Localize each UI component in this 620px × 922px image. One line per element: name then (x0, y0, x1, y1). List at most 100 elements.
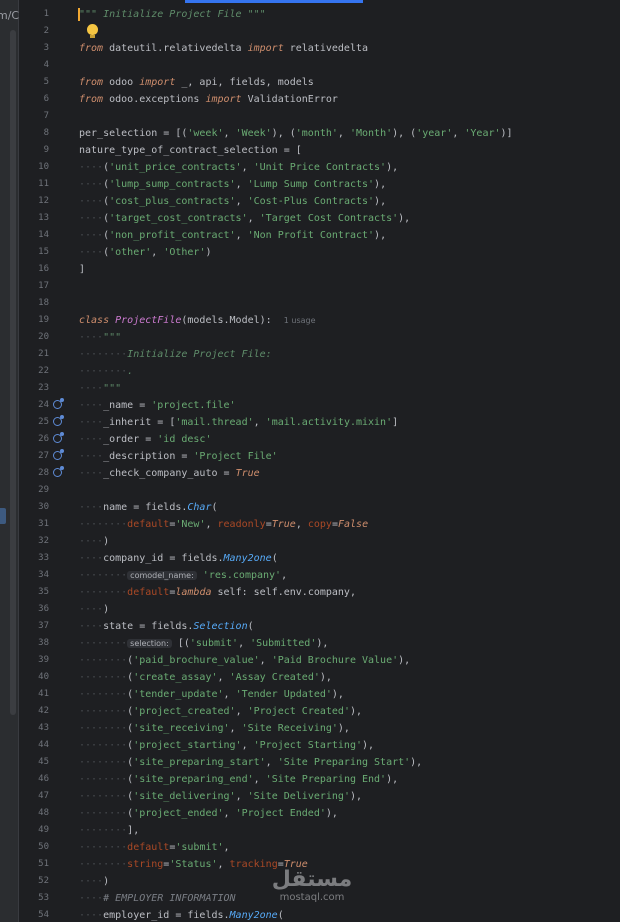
code-line[interactable]: 34 ········ comodel_name: 'res.company', (0, 567, 620, 584)
code-line[interactable]: 28 ····_check_company_auto = True (0, 465, 620, 482)
code-line[interactable]: 3 from dateutil.relativedelta import rela… (0, 40, 620, 57)
code-line-text[interactable]: ····_name = 'project.file' (79, 397, 236, 414)
code-line-text[interactable]: ····('non_profit_contract', 'Non Profit … (79, 227, 386, 244)
code-line-text[interactable]: from odoo.exceptions import ValidationEr… (79, 91, 338, 108)
code-line-text[interactable]: ····) (79, 601, 109, 618)
code-line-text[interactable]: ····# EMPLOYER INFORMATION (79, 890, 236, 907)
code-line[interactable]: 25 ····_inherit = ['mail.thread', 'mail.a… (0, 414, 620, 431)
code-line-text[interactable]: ········('site_delivering', 'Site Delive… (79, 788, 362, 805)
usage-hint[interactable]: 1 usage (284, 316, 316, 325)
code-line-text[interactable]: ········ selection: [('submit', 'Submitte… (79, 635, 328, 652)
code-line[interactable]: 8 per_selection = [('week', 'Week'), ('mo… (0, 125, 620, 142)
code-line[interactable]: 50 ········default='submit', (0, 839, 620, 856)
override-marker-icon[interactable] (53, 432, 64, 443)
code-line[interactable]: 33 ····company_id = fields.Many2one( (0, 550, 620, 567)
code-line[interactable]: 49 ········], (0, 822, 620, 839)
code-line[interactable]: 31 ········default='New', readonly=True, … (0, 516, 620, 533)
code-line-text[interactable]: """ Initialize Project File """ (79, 6, 266, 23)
code-line[interactable]: 43 ········('site_receiving', 'Site Recei… (0, 720, 620, 737)
code-line-text[interactable]: ········('project_created', 'Project Cre… (79, 703, 362, 720)
active-tab-indicator[interactable] (185, 0, 363, 3)
code-line-text[interactable]: per_selection = [('week', 'Week'), ('mon… (79, 125, 513, 142)
code-line[interactable]: 42 ········('project_created', 'Project C… (0, 703, 620, 720)
code-line-text[interactable]: ····""" (79, 380, 121, 397)
code-line-text[interactable]: ········Initialize Project File: (79, 346, 272, 363)
code-line-text[interactable]: ····_order = 'id desc' (79, 431, 211, 448)
code-line-text[interactable]: ········('project_ended', 'Project Ended… (79, 805, 338, 822)
code-line[interactable]: 41 ········('tender_update', 'Tender Upda… (0, 686, 620, 703)
code-line-text[interactable]: ········default='submit', (79, 839, 230, 856)
code-line[interactable]: 38 ········ selection: [('submit', 'Submit… (0, 635, 620, 652)
code-line[interactable]: 17 (0, 278, 620, 295)
code-line[interactable]: 35 ········default=lambda self: self.env.… (0, 584, 620, 601)
code-line[interactable]: 36 ····) (0, 601, 620, 618)
code-line-text[interactable]: ········ comodel_name: 'res.company', (79, 567, 287, 584)
override-marker-icon[interactable] (53, 449, 64, 460)
override-marker-icon[interactable] (53, 466, 64, 477)
code-line[interactable]: 45 ········('site_preparing_start', 'Site… (0, 754, 620, 771)
code-line[interactable]: 21 ········Initialize Project File: (0, 346, 620, 363)
code-line[interactable]: 27 ····_description = 'Project File' (0, 448, 620, 465)
code-line-text[interactable]: ····""" (79, 329, 121, 346)
code-line-text[interactable]: ····_check_company_auto = True (79, 465, 260, 482)
code-line-text[interactable]: ····('cost_plus_contracts', 'Cost-Plus C… (79, 193, 386, 210)
intention-bulb-icon[interactable] (87, 24, 98, 38)
code-line[interactable]: 47 ········('site_delivering', 'Site Deli… (0, 788, 620, 805)
code-line-text[interactable]: ········('tender_update', 'Tender Update… (79, 686, 344, 703)
code-line[interactable]: 22 ········. (0, 363, 620, 380)
code-line[interactable]: 19 class ProjectFile(models.Model): 1 usa… (0, 312, 620, 329)
code-line-text[interactable]: ····('lump_sump_contracts', 'Lump Sump C… (79, 176, 386, 193)
code-line[interactable]: 6 from odoo.exceptions import ValidationE… (0, 91, 620, 108)
code-line[interactable]: 40 ········('create_assay', 'Assay Create… (0, 669, 620, 686)
code-line[interactable]: 32 ····) (0, 533, 620, 550)
code-line[interactable]: 39 ········('paid_brochure_value', 'Paid … (0, 652, 620, 669)
code-line-text[interactable]: ····employer_id = fields.Many2one( (79, 907, 284, 922)
override-marker-icon[interactable] (53, 415, 64, 426)
code-line-text[interactable]: ····company_id = fields.Many2one( (79, 550, 278, 567)
code-line[interactable]: 13 ····('target_cost_contracts', 'Target … (0, 210, 620, 227)
code-line-text[interactable]: ········('create_assay', 'Assay Created'… (79, 669, 332, 686)
code-line-text[interactable]: ········('site_receiving', 'Site Receivi… (79, 720, 350, 737)
code-line[interactable]: 9 nature_type_of_contract_selection = [ (0, 142, 620, 159)
code-line[interactable]: 29 (0, 482, 620, 499)
code-line-text[interactable]: ········], (79, 822, 139, 839)
code-line[interactable]: 2 (0, 23, 620, 40)
code-line[interactable]: 20 ····""" (0, 329, 620, 346)
code-line[interactable]: 26 ····_order = 'id desc' (0, 431, 620, 448)
code-line-text[interactable]: ····('target_cost_contracts', 'Target Co… (79, 210, 410, 227)
code-line[interactable]: 5 from odoo import _, api, fields, models (0, 74, 620, 91)
code-line-text[interactable]: ····name = fields.Char( (79, 499, 218, 516)
code-line-text[interactable]: ····state = fields.Selection( (79, 618, 254, 635)
code-line[interactable]: 18 (0, 295, 620, 312)
code-line-text[interactable]: nature_type_of_contract_selection = [ (79, 142, 302, 159)
code-line-text[interactable]: ········('site_preparing_end', 'Site Pre… (79, 771, 398, 788)
code-line-text[interactable]: from dateutil.relativedelta import relat… (79, 40, 368, 57)
code-line[interactable]: 48 ········('project_ended', 'Project End… (0, 805, 620, 822)
code-line[interactable]: 10 ····('unit_price_contracts', 'Unit Pri… (0, 159, 620, 176)
code-line-text[interactable]: ········. (79, 363, 133, 380)
code-line-text[interactable]: ········('project_starting', 'Project St… (79, 737, 374, 754)
code-line-text[interactable]: ········('site_preparing_start', 'Site P… (79, 754, 422, 771)
code-line-text[interactable]: class ProjectFile(models.Model): 1 usage (79, 312, 316, 329)
code-line[interactable]: 11 ····('lump_sump_contracts', 'Lump Sump… (0, 176, 620, 193)
code-line[interactable]: 46 ········('site_preparing_end', 'Site P… (0, 771, 620, 788)
code-line[interactable]: 14 ····('non_profit_contract', 'Non Profi… (0, 227, 620, 244)
code-line-text[interactable]: ····_inherit = ['mail.thread', 'mail.act… (79, 414, 398, 431)
code-line[interactable]: 1 """ Initialize Project File """ (0, 6, 620, 23)
code-line[interactable]: 15 ····('other', 'Other') (0, 244, 620, 261)
code-line[interactable]: 16] (0, 261, 620, 278)
code-line-text[interactable]: from odoo import _, api, fields, models (79, 74, 314, 91)
code-line[interactable]: 24 ····_name = 'project.file' (0, 397, 620, 414)
code-lines[interactable]: 1 """ Initialize Project File """ 2 3 from d… (0, 6, 620, 922)
code-line-text[interactable]: ········default=lambda self: self.env.co… (79, 584, 356, 601)
code-line[interactable]: 12 ····('cost_plus_contracts', 'Cost-Plus… (0, 193, 620, 210)
override-marker-icon[interactable] (53, 398, 64, 409)
code-line[interactable]: 7 (0, 108, 620, 125)
code-line[interactable]: 44 ········('project_starting', 'Project … (0, 737, 620, 754)
code-editor[interactable]: m/C 1 """ Initialize Project File """ 2 3 fr… (0, 0, 620, 922)
code-line[interactable]: 37 ····state = fields.Selection( (0, 618, 620, 635)
code-line[interactable]: 54 ····employer_id = fields.Many2one( (0, 907, 620, 922)
code-line[interactable]: 23 ····""" (0, 380, 620, 397)
code-line-text[interactable]: ····_description = 'Project File' (79, 448, 278, 465)
code-line-text[interactable]: ····) (79, 873, 109, 890)
